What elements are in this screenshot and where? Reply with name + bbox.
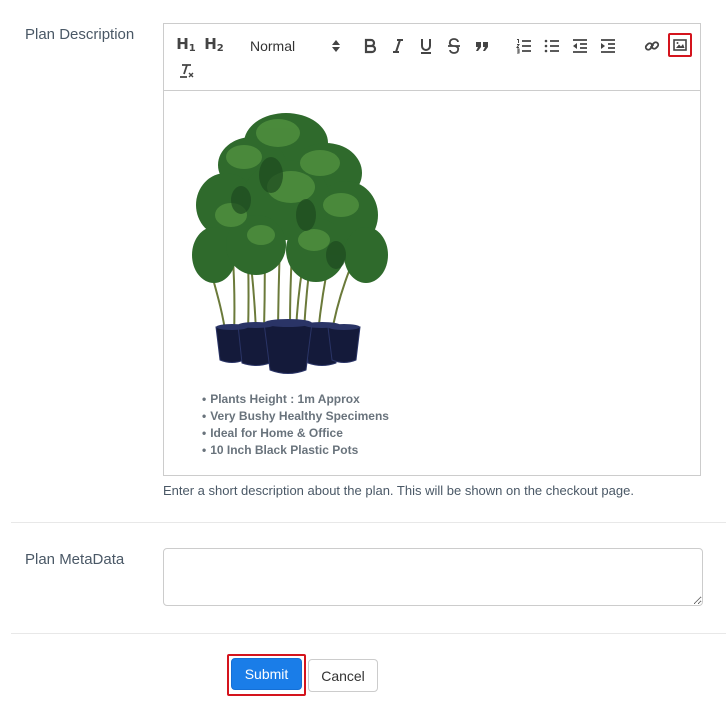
clear-format-button[interactable] bbox=[178, 62, 196, 80]
image-icon bbox=[673, 39, 687, 51]
heading-1-button[interactable]: H1 bbox=[176, 34, 196, 55]
heading-1-icon: H1 bbox=[176, 34, 196, 54]
format-select[interactable]: Normal bbox=[250, 37, 340, 55]
plan-description-label: Plan Description bbox=[25, 26, 135, 43]
link-button[interactable] bbox=[643, 37, 661, 55]
editor-content[interactable]: Plants Height : 1m Approx Very Bushy Hea… bbox=[164, 91, 700, 476]
cancel-button[interactable]: Cancel bbox=[308, 659, 378, 692]
outdent-button[interactable] bbox=[572, 37, 588, 55]
ordered-list-button[interactable] bbox=[516, 37, 532, 55]
indent-icon bbox=[601, 39, 615, 53]
image-button[interactable] bbox=[668, 33, 692, 57]
plan-metadata-input[interactable] bbox=[163, 548, 703, 606]
strike-icon bbox=[448, 38, 460, 54]
feature-list: Plants Height : 1m Approx Very Bushy Hea… bbox=[202, 391, 389, 459]
link-icon bbox=[644, 41, 660, 51]
indent-button[interactable] bbox=[600, 37, 616, 55]
section-divider bbox=[11, 633, 726, 634]
list-item: Plants Height : 1m Approx bbox=[202, 391, 389, 408]
format-select-value: Normal bbox=[250, 38, 296, 54]
clear-format-icon bbox=[180, 64, 194, 78]
blockquote-icon bbox=[476, 42, 488, 51]
plant-image bbox=[192, 113, 388, 374]
heading-2-button[interactable]: H2 bbox=[204, 34, 224, 55]
heading-2-icon: H2 bbox=[204, 34, 224, 54]
strike-button[interactable] bbox=[446, 37, 462, 55]
bullet-list-icon bbox=[544, 39, 559, 53]
underline-button[interactable] bbox=[418, 37, 434, 55]
bullet-list-button[interactable] bbox=[544, 37, 560, 55]
list-item: 10 Inch Black Plastic Pots bbox=[202, 442, 389, 459]
underline-icon bbox=[421, 39, 431, 54]
list-item: Ideal for Home & Office bbox=[202, 425, 389, 442]
plan-metadata-label: Plan MetaData bbox=[25, 551, 125, 568]
bold-icon bbox=[364, 38, 377, 54]
blockquote-button[interactable] bbox=[474, 37, 490, 55]
section-divider bbox=[11, 522, 726, 523]
description-help-text: Enter a short description about the plan… bbox=[163, 483, 634, 498]
ordered-list-icon bbox=[516, 39, 531, 54]
rich-text-editor: H1 H2 Normal • Plants Height: 1m Approx… bbox=[163, 23, 701, 476]
submit-button[interactable]: Submit bbox=[231, 658, 302, 690]
list-item: Very Bushy Healthy Specimens bbox=[202, 408, 389, 425]
editor-toolbar: H1 H2 Normal bbox=[164, 24, 700, 91]
outdent-icon bbox=[573, 39, 587, 53]
italic-icon bbox=[393, 39, 403, 53]
bold-button[interactable] bbox=[362, 37, 378, 55]
select-arrows-icon bbox=[332, 40, 340, 52]
italic-button[interactable] bbox=[390, 37, 406, 55]
